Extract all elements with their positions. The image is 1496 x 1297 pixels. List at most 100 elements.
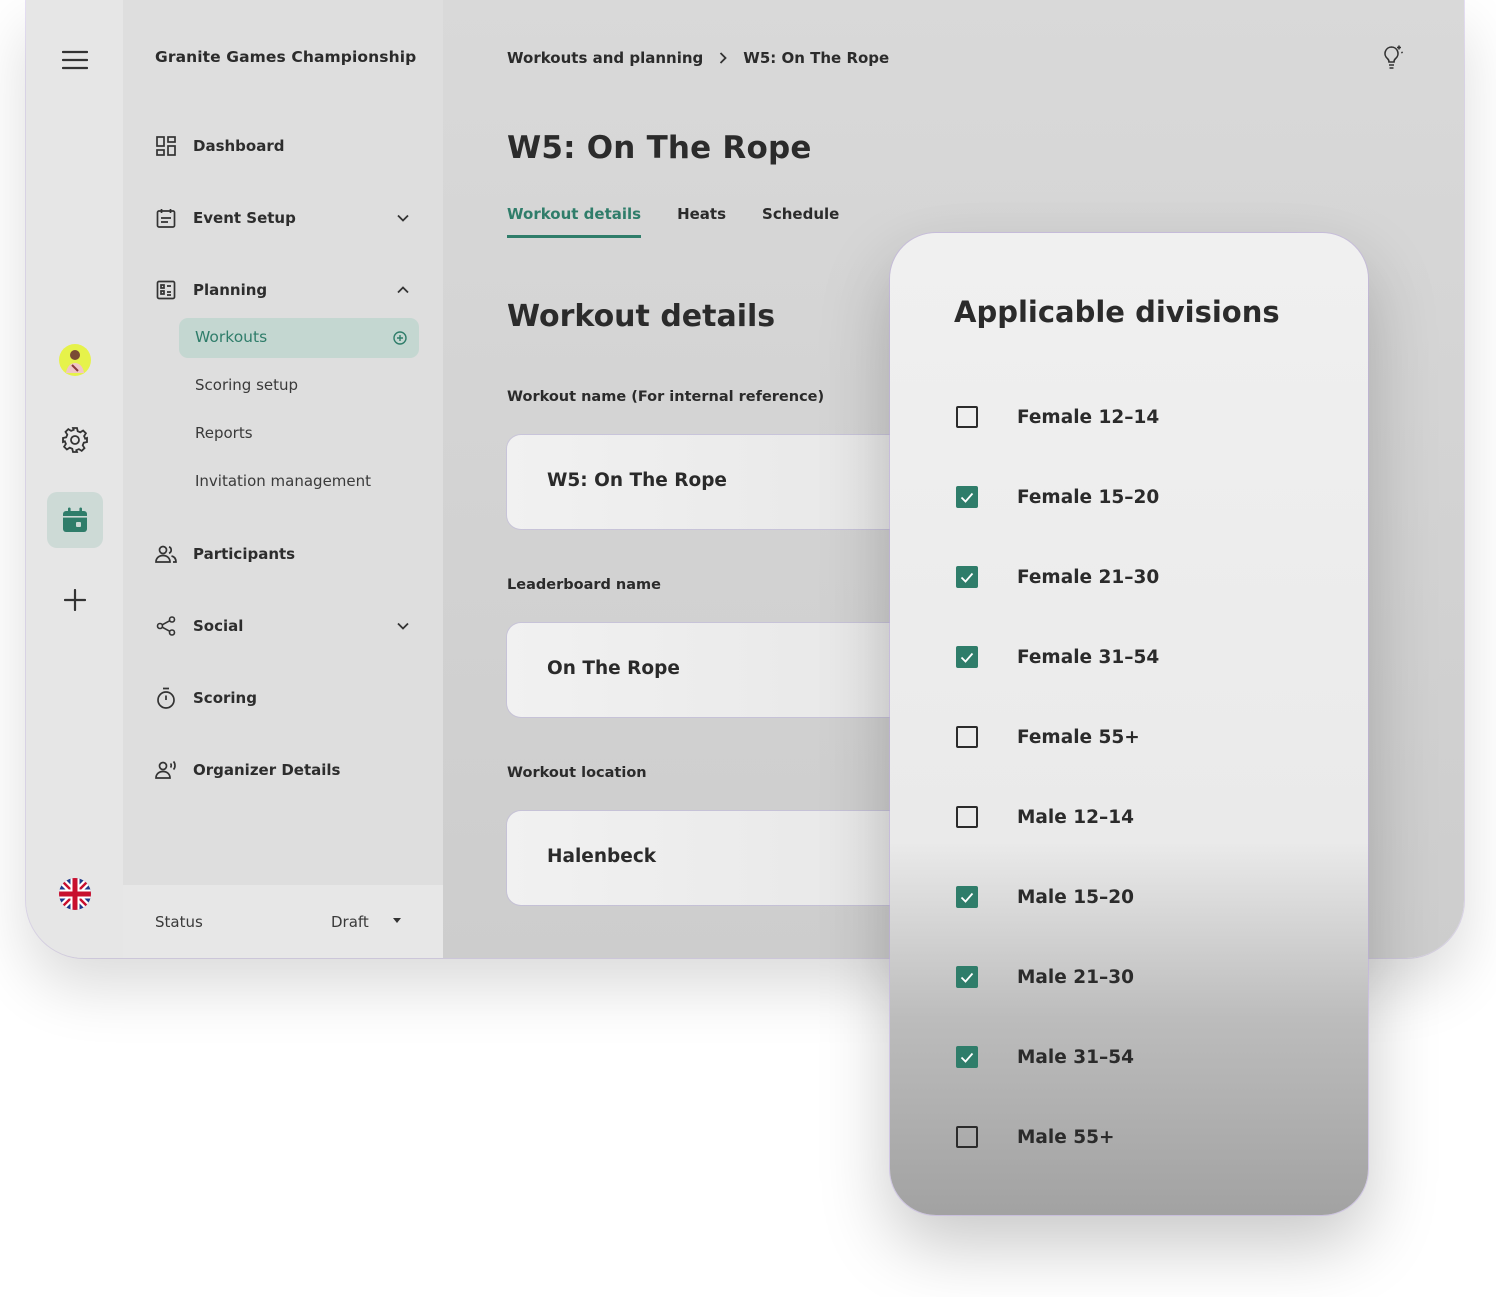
breadcrumb: Workouts and planning W5: On The Rope [507,49,889,67]
checkmark-icon [960,892,974,903]
division-label: Male 55+ [1017,1126,1115,1148]
add-circle-icon[interactable] [393,330,407,349]
division-row[interactable]: Male 12–14 [956,804,1134,830]
checkbox-unchecked[interactable] [956,406,978,428]
icon-rail [26,0,123,958]
workout-location-field[interactable]: Halenbeck [507,811,927,905]
sidebar-item-planning[interactable]: Planning [155,275,411,305]
division-label: Female 12–14 [1017,406,1160,428]
checkbox-checked[interactable] [956,886,978,908]
breadcrumb-parent[interactable]: Workouts and planning [507,49,703,67]
division-label: Female 21–30 [1017,566,1160,588]
division-row[interactable]: Female 31–54 [956,644,1159,670]
sidebar-item-dashboard[interactable]: Dashboard [155,131,411,161]
calendar-icon[interactable] [55,500,95,540]
checkbox-checked[interactable] [956,966,978,988]
app-title: Granite Games Championship [155,48,417,66]
checkbox-checked[interactable] [956,646,978,668]
page-title: W5: On The Rope [507,130,812,166]
checkbox-checked[interactable] [956,486,978,508]
section-title: Workout details [507,299,776,334]
division-row[interactable]: Female 21–30 [956,564,1159,590]
checkbox-unchecked[interactable] [956,806,978,828]
planning-icon [155,279,177,301]
division-row[interactable]: Female 12–14 [956,404,1159,430]
lightbulb-icon[interactable] [1378,44,1404,74]
status-label: Status [155,913,203,931]
checkmark-icon [960,652,974,663]
checkmark-icon [960,572,974,583]
sidebar-subitem-scoring-setup[interactable]: Scoring setup [195,376,298,394]
division-label: Female 15–20 [1017,486,1160,508]
tab-bar: Workout details Heats Schedule [507,205,875,238]
sidebar-subitem-invitation-management[interactable]: Invitation management [195,472,371,490]
field-label-workout-location: Workout location [507,765,647,781]
caret-down-icon[interactable] [393,918,401,923]
checkmark-icon [960,492,974,503]
division-row[interactable]: Male 15–20 [956,884,1134,910]
chevron-down-icon[interactable] [395,618,411,634]
tab-heats[interactable]: Heats [677,205,726,238]
organizer-icon [155,759,177,781]
workout-location-value: Halenbeck [547,846,657,867]
status-selector[interactable]: Status Draft [123,885,443,958]
field-label-leaderboard-name: Leaderboard name [507,577,661,593]
chevron-up-icon[interactable] [395,282,411,298]
plus-icon[interactable] [55,580,95,620]
sidebar-item-participants[interactable]: Participants [155,539,411,569]
sidebar-item-label: Planning [193,281,268,299]
checkmark-icon [960,972,974,983]
workout-name-field[interactable]: W5: On The Rope [507,435,927,529]
stopwatch-icon [155,687,177,709]
avatar[interactable] [55,340,95,380]
panel-title: Applicable divisions [954,295,1280,329]
checkmark-icon [960,1052,974,1063]
division-label: Male 21–30 [1017,966,1134,988]
applicable-divisions-panel: Applicable divisions Female 12–14 Female … [890,233,1368,1215]
checkbox-unchecked[interactable] [956,1126,978,1148]
checkbox-unchecked[interactable] [956,726,978,748]
tab-workout-details[interactable]: Workout details [507,205,642,238]
division-label: Male 12–14 [1017,806,1134,828]
division-row[interactable]: Male 21–30 [956,964,1134,990]
sidebar-subitem-label: Workouts [195,328,268,346]
sidebar-item-label: Organizer Details [193,761,341,779]
sidebar-item-event-setup[interactable]: Event Setup [155,203,411,233]
sidebar-item-label: Event Setup [193,209,296,227]
sidebar-item-label: Social [193,617,244,635]
field-label-workout-name: Workout name (For internal reference) [507,389,825,405]
dashboard-icon [155,135,177,157]
calendar-list-icon [155,207,177,229]
division-label: Female 31–54 [1017,646,1160,668]
checkbox-checked[interactable] [956,1046,978,1068]
sidebar-item-scoring[interactable]: Scoring [155,683,411,713]
division-row[interactable]: Male 31–54 [956,1044,1134,1070]
chevron-down-icon[interactable] [395,210,411,226]
sidebar: Granite Games Championship Dashboard Eve… [123,0,443,958]
gear-icon[interactable] [55,420,95,460]
tab-schedule[interactable]: Schedule [762,205,839,238]
sidebar-subitem-workouts[interactable]: Workouts [179,318,419,358]
sidebar-item-label: Scoring [193,689,257,707]
sidebar-item-social[interactable]: Social [155,611,411,641]
chevron-right-icon [719,52,728,64]
hamburger-icon[interactable] [55,40,95,80]
division-label: Male 31–54 [1017,1046,1134,1068]
sidebar-item-organizer-details[interactable]: Organizer Details [155,755,411,785]
division-row[interactable]: Male 55+ [956,1124,1114,1150]
status-value[interactable]: Draft [331,913,369,931]
sidebar-item-label: Participants [193,545,296,563]
people-icon [155,543,177,565]
division-row[interactable]: Female 15–20 [956,484,1159,510]
division-label: Male 15–20 [1017,886,1134,908]
leaderboard-name-field[interactable]: On The Rope [507,623,927,717]
checkbox-checked[interactable] [956,566,978,588]
sidebar-item-label: Dashboard [193,137,285,155]
workout-name-value: W5: On The Rope [547,470,727,491]
division-row[interactable]: Female 55+ [956,724,1140,750]
uk-flag-icon[interactable] [55,874,95,914]
leaderboard-name-value: On The Rope [547,658,680,679]
sidebar-subitem-reports[interactable]: Reports [195,424,253,442]
breadcrumb-current: W5: On The Rope [743,49,890,67]
share-icon [155,615,177,637]
